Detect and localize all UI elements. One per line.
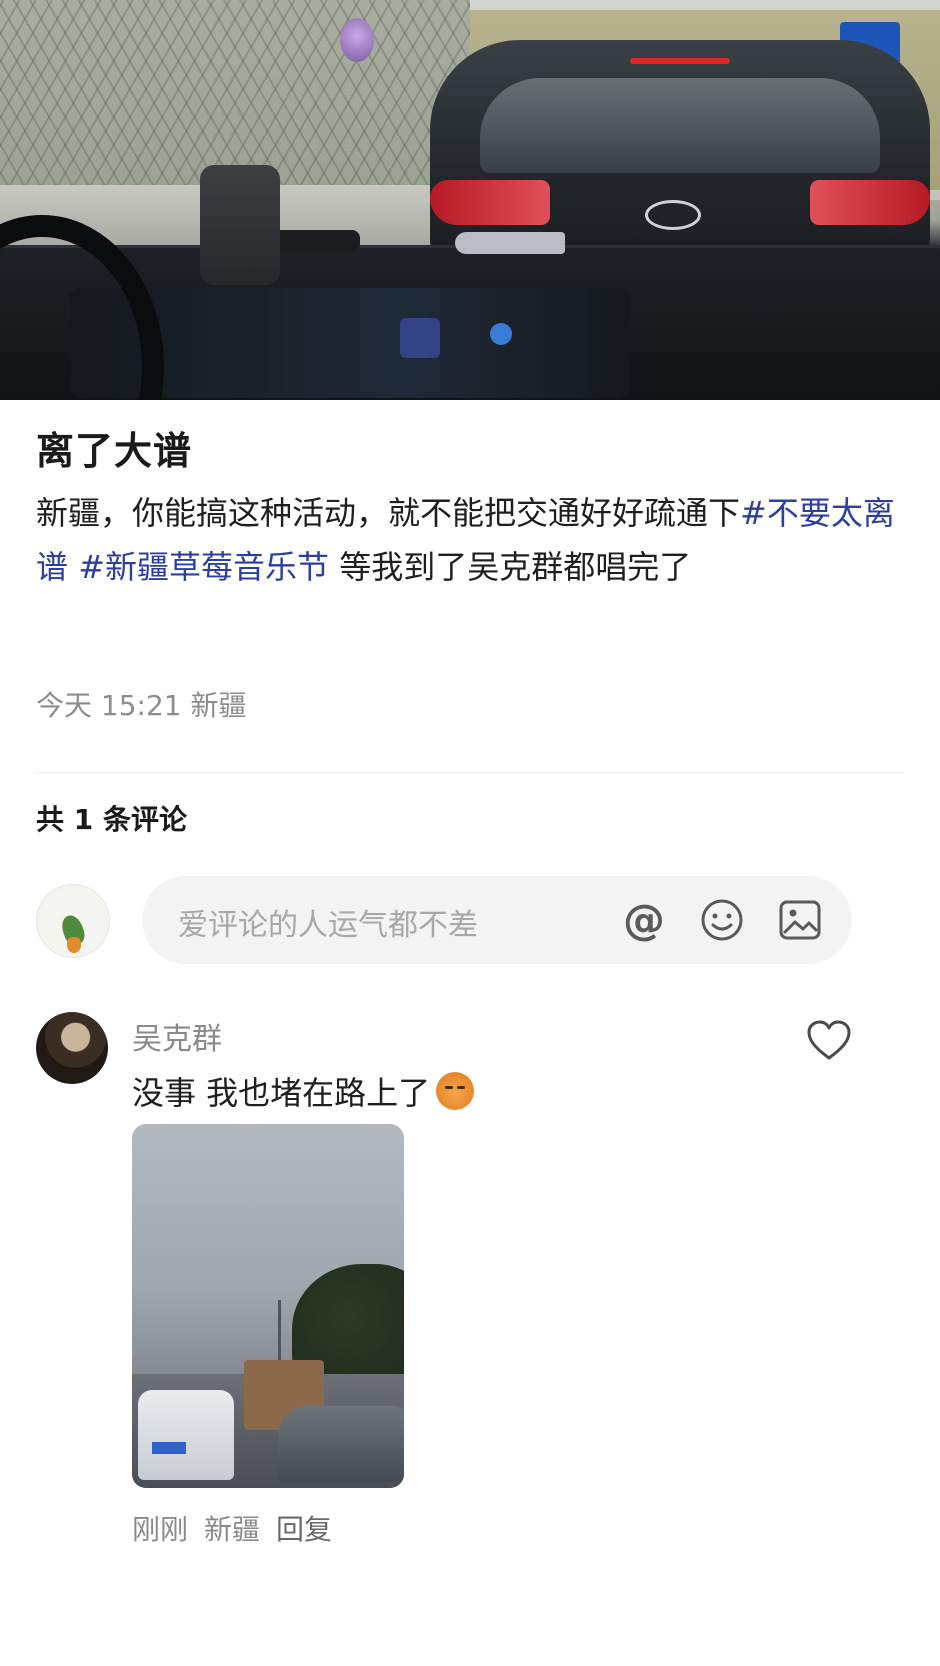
car-logo	[645, 200, 701, 230]
photo-hanging-ornament	[340, 18, 374, 62]
comment-text-content: 没事 我也堵在路上了	[132, 1074, 431, 1112]
car-brake-light	[630, 58, 730, 64]
photo-mount-arm	[270, 230, 360, 252]
post-body-text: 等我到了吴克群都唱完了	[329, 548, 692, 586]
post-photo[interactable]	[0, 0, 940, 400]
comment-input-placeholder: 爱评论的人运气都不差	[178, 908, 478, 943]
crying-cat-emoji-icon	[436, 1072, 475, 1110]
post-time: 今天 15:21	[36, 689, 182, 722]
post-meta: 今天 15:21 新疆	[36, 684, 247, 724]
screen-dot	[490, 323, 512, 345]
hashtag-link[interactable]: #新疆草莓音乐节	[78, 548, 329, 586]
post-body-text: 新疆，你能搞这种活动，就不能把交通好好疏通下	[36, 494, 741, 532]
comment-time: 刚刚	[132, 1513, 189, 1546]
comment-meta: 刚刚 新疆 回复	[132, 1508, 332, 1548]
image-icon[interactable]	[776, 896, 824, 944]
comment-location: 新疆	[204, 1513, 261, 1546]
divider	[36, 772, 904, 773]
emoji-icon-svg	[701, 899, 743, 941]
post-title: 离了大谱	[36, 429, 193, 473]
comment-text: 没事 我也堵在路上了	[132, 1068, 475, 1114]
heart-icon-svg	[807, 1020, 851, 1060]
comment-photo[interactable]	[132, 1124, 404, 1488]
comment-input[interactable]: 爱评论的人运气都不差 @	[142, 876, 852, 964]
photo-license-plate	[152, 1442, 186, 1454]
car-tail-light-right	[810, 180, 930, 225]
photo-phone-mount	[200, 165, 280, 285]
photo-white-suv	[138, 1390, 234, 1480]
commenter-name[interactable]: 吴克群	[132, 1014, 222, 1058]
reply-button[interactable]: 回复	[276, 1508, 332, 1548]
comment-count: 共 1 条评论	[36, 803, 187, 836]
heart-icon[interactable]	[804, 1016, 854, 1066]
image-icon-svg	[779, 900, 821, 940]
photo-dashboard-figure	[455, 232, 565, 254]
post-body: 新疆，你能搞这种活动，就不能把交通好好疏通下#不要太离谱 #新疆草莓音乐节 等我…	[36, 486, 896, 594]
commenter-avatar[interactable]	[36, 1012, 108, 1084]
current-user-avatar[interactable]	[36, 884, 110, 958]
avatar-carrot	[67, 937, 81, 953]
car-rear-window	[480, 78, 880, 173]
at-icon[interactable]: @	[620, 896, 668, 944]
car-tail-light-left	[430, 180, 550, 225]
screen-glow	[400, 318, 440, 358]
emoji-icon[interactable]	[698, 896, 746, 944]
post-body-text	[68, 548, 78, 586]
photo-gray-car	[278, 1406, 404, 1482]
post-location: 新疆	[190, 689, 247, 722]
